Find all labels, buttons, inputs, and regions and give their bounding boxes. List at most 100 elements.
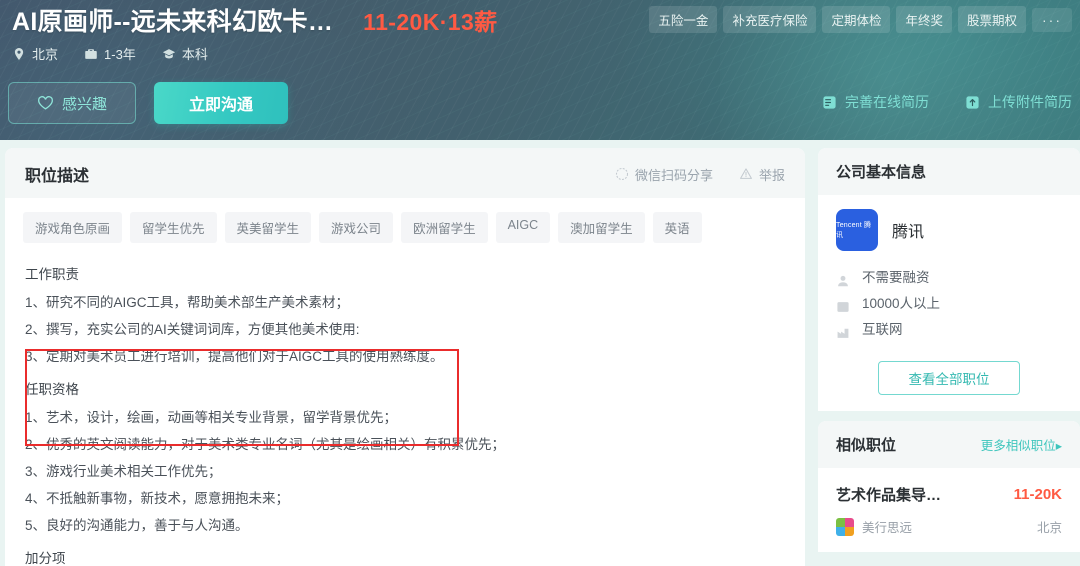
sidebar: 公司基本信息 Tencent 腾讯 腾讯 不需要融资 10000人以上 互联网 …: [818, 148, 1080, 562]
skill-tag: 游戏公司: [319, 212, 394, 243]
chat-now-button[interactable]: 立即沟通: [154, 82, 288, 124]
location-pin-icon: [12, 47, 26, 61]
company-info-card: 公司基本信息 Tencent 腾讯 腾讯 不需要融资 10000人以上 互联网 …: [818, 148, 1080, 411]
skill-tag: AIGC: [495, 212, 551, 243]
page-body: 职位描述 微信扫码分享 举报 游戏角色原画 留学生优先 英美留学生 游戏公司 欧…: [0, 140, 1080, 566]
report-button[interactable]: 举报: [739, 165, 785, 184]
similar-jobs-body: 艺术作品集导… 11-20K 美行思远 北京: [818, 468, 1080, 552]
similar-job-company: 美行思远: [862, 521, 913, 535]
similar-job-name: 艺术作品集导…: [836, 487, 942, 504]
benefit-tag-list: 五险一金 补充医疗保险 定期体检 年终奖 股票期权 ···: [649, 6, 1072, 33]
company-info-title: 公司基本信息: [836, 164, 927, 181]
graduation-cap-icon: [162, 47, 176, 61]
company-funding-label: 不需要融资: [862, 270, 930, 285]
company-info-body: Tencent 腾讯 腾讯 不需要融资 10000人以上 互联网 查看全部职位: [818, 195, 1080, 411]
bonus-title: 加分项: [25, 551, 66, 566]
job-header: AI原画师--远未来科幻欧卡… 11-20K·13薪 北京 1-3年 本科 五险…: [0, 0, 1080, 140]
meta-education: 本科: [162, 44, 208, 63]
upload-attachment-resume-link[interactable]: 上传附件简历: [965, 92, 1072, 112]
similar-job-company-logo-icon: [836, 517, 854, 536]
briefcase-icon: [84, 47, 98, 61]
report-label: 举报: [758, 167, 785, 183]
similar-job-city: 北京: [1036, 521, 1062, 535]
complete-online-resume-label: 完善在线简历: [845, 94, 929, 110]
qualification-line: 1、艺术，设计，绘画，动画等相关专业背景，留学背景优先；: [25, 410, 398, 425]
responsibilities-title: 工作职责: [25, 267, 79, 282]
edit-resume-icon: [822, 95, 837, 110]
complete-online-resume-link[interactable]: 完善在线简历: [822, 92, 929, 112]
wechat-share-button[interactable]: 微信扫码分享: [615, 165, 713, 184]
skill-tag: 留学生优先: [130, 212, 217, 243]
funding-icon: [836, 271, 850, 287]
upload-resume-icon: [965, 95, 980, 110]
qualification-line: 3、游戏行业美术相关工作优先；: [25, 464, 222, 479]
similar-job-top: 艺术作品集导… 11-20K: [836, 484, 1062, 505]
view-all-jobs-button[interactable]: 查看全部职位: [878, 361, 1020, 395]
wechat-share-label: 微信扫码分享: [634, 167, 713, 183]
responsibility-line: 2、撰写，充实公司的AI关键词词库，方便其他美术使用:: [25, 322, 360, 337]
benefit-tag: 年终奖: [896, 6, 952, 33]
meta-education-label: 本科: [181, 47, 208, 62]
interest-button-label: 感兴趣: [61, 95, 107, 113]
tencent-logo-icon: Tencent 腾讯: [836, 209, 878, 251]
qualification-line: 5、良好的沟通能力，善于与人沟通。: [25, 518, 249, 533]
page-title: AI原画师--远未来科幻欧卡…: [12, 8, 334, 36]
wechat-qr-icon: [615, 167, 629, 181]
view-all-jobs-label: 查看全部职位: [908, 372, 990, 387]
similar-jobs-title: 相似职位: [836, 437, 897, 454]
job-description-card: 职位描述 微信扫码分享 举报 游戏角色原画 留学生优先 英美留学生 游戏公司 欧…: [5, 148, 805, 566]
similar-jobs-card: 相似职位 更多相似职位▸ 艺术作品集导… 11-20K 美行思远 北京: [818, 421, 1080, 552]
skill-tag: 澳加留学生: [558, 212, 645, 243]
similar-job-company-row: 美行思远: [836, 517, 912, 536]
chat-now-label: 立即沟通: [188, 97, 253, 114]
job-description-body: 工作职责 1、研究不同的AIGC工具，帮助美术部生产美术素材； 2、撰写，充实公…: [5, 249, 805, 566]
share-row: 微信扫码分享 举报: [615, 165, 785, 184]
benefit-tag: 五险一金: [649, 6, 718, 33]
skill-tag: 游戏角色原画: [23, 212, 123, 243]
heart-icon: [37, 95, 54, 111]
industry-icon: [836, 323, 850, 338]
people-icon: [836, 297, 850, 312]
skill-tag: 欧洲留学生: [401, 212, 488, 243]
upload-attachment-resume-label: 上传附件简历: [988, 94, 1072, 110]
report-icon: [739, 167, 753, 181]
meta-location: 北京: [12, 44, 58, 63]
qualification-line: 2、优秀的英文阅读能力，对于美术类专业名词（尤其是绘画相关）有积累优先；: [25, 437, 506, 452]
skill-tag-list: 游戏角色原画 留学生优先 英美留学生 游戏公司 欧洲留学生 AIGC 澳加留学生…: [5, 198, 805, 249]
job-description-title: 职位描述: [25, 168, 90, 185]
responsibility-line: 3、定期对美术员工进行培训，提高他们对于AIGC工具的使用熟练度。: [25, 349, 444, 364]
meta-location-label: 北京: [32, 47, 59, 62]
company-logo-text: Tencent 腾讯: [836, 222, 872, 239]
company-info-header: 公司基本信息: [818, 148, 1080, 195]
company-row[interactable]: Tencent 腾讯 腾讯: [836, 209, 1062, 251]
company-info-list: 不需要融资 10000人以上 互联网: [836, 265, 1062, 343]
skill-tag: 英美留学生: [224, 212, 312, 243]
similar-job-bottom: 美行思远 北京: [836, 517, 1062, 536]
benefit-tag: 定期体检: [822, 6, 891, 33]
company-funding: 不需要融资: [836, 265, 1062, 291]
similar-job-salary: 11-20K: [1013, 486, 1062, 503]
company-industry: 互联网: [836, 317, 1062, 343]
similar-jobs-header: 相似职位 更多相似职位▸: [818, 421, 1080, 468]
company-name: 腾讯: [892, 224, 925, 241]
job-meta-row: 北京 1-3年 本科: [12, 44, 208, 63]
more-similar-jobs-link[interactable]: 更多相似职位▸: [981, 435, 1062, 454]
action-row: 感兴趣 立即沟通 完善在线简历 上传附件简历: [0, 82, 1080, 128]
salary-label: 11-20K·13薪: [363, 9, 498, 35]
qualification-line: 4、不抵触新事物，新技术，愿意拥抱未来；: [25, 491, 290, 506]
benefits-more-button[interactable]: ···: [1032, 7, 1072, 32]
company-size: 10000人以上: [836, 291, 1062, 317]
company-size-label: 10000人以上: [862, 296, 941, 311]
title-row: AI原画师--远未来科幻欧卡… 11-20K·13薪: [12, 2, 498, 38]
benefit-tag: 股票期权: [957, 6, 1026, 33]
meta-experience: 1-3年: [84, 44, 136, 63]
resume-links: 完善在线简历 上传附件简历: [822, 92, 1072, 112]
meta-experience-label: 1-3年: [104, 47, 136, 62]
list-item[interactable]: 艺术作品集导… 11-20K 美行思远 北京: [836, 482, 1062, 536]
company-industry-label: 互联网: [862, 322, 903, 337]
job-description-header: 职位描述 微信扫码分享 举报: [5, 148, 805, 198]
responsibility-line: 1、研究不同的AIGC工具，帮助美术部生产美术素材；: [25, 295, 350, 310]
benefit-tag: 补充医疗保险: [723, 6, 817, 33]
interest-button[interactable]: 感兴趣: [8, 82, 136, 124]
qualifications-title: 任职资格: [25, 382, 79, 397]
